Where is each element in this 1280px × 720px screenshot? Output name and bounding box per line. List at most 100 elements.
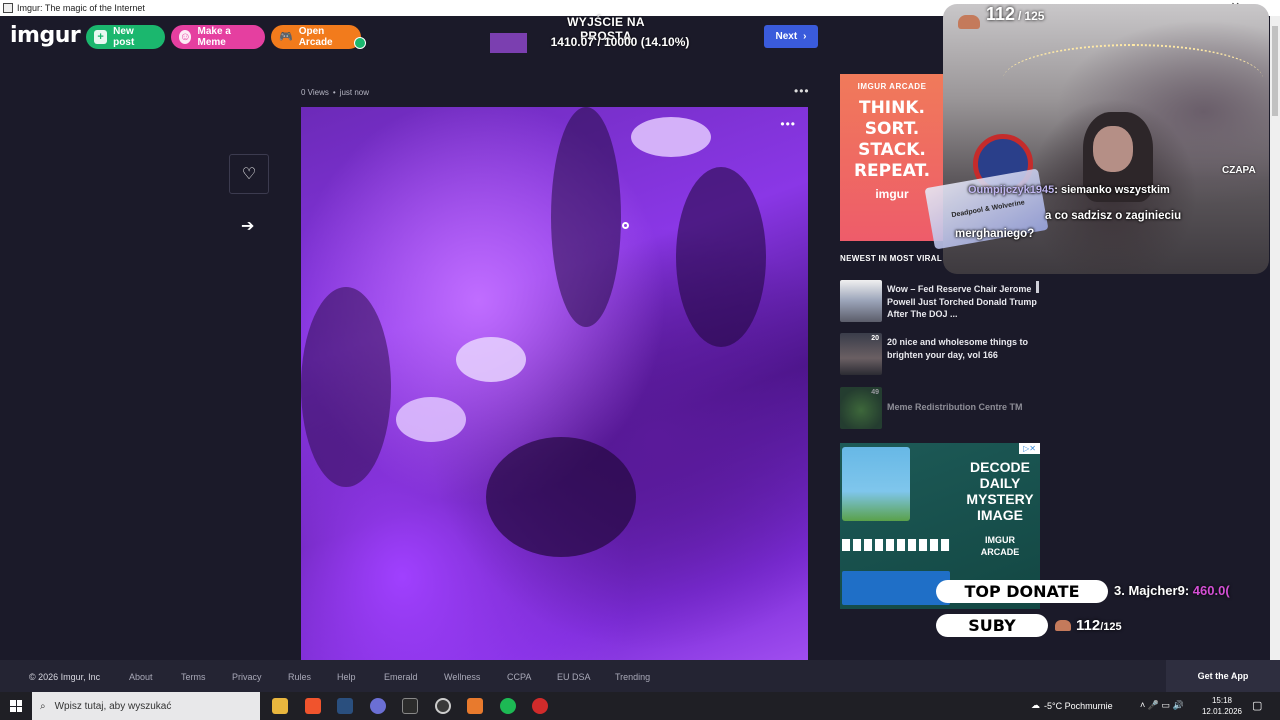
discord-icon[interactable] [370,698,386,714]
sub-hat-icon [958,15,980,29]
clock-time: 15:18 [1211,696,1233,705]
weather-text: -5°C Pochmurnie [1044,700,1113,711]
chevron-right-icon: › [803,31,807,42]
windows-start-icon[interactable] [10,700,22,712]
viral-item[interactable]: Wow – Fed Reserve Chair Jerome Powell Ju… [840,280,1040,322]
taskbar-clock[interactable]: 15:18 12.01.2026 [1200,695,1244,717]
footer-link-privacy[interactable]: Privacy [232,672,262,682]
footer-link-terms[interactable]: Terms [181,672,206,682]
suby-counter: 112/125 [1076,617,1122,634]
footer-link-emerald[interactable]: Emerald [384,672,418,682]
footer-link-wellness[interactable]: Wellness [444,672,480,682]
cam-label: CZAPA [1222,165,1256,176]
weather-widget[interactable]: ☁ -5°C Pochmurnie [1031,700,1113,711]
post-more-icon[interactable]: ••• [794,84,810,98]
ad-bottom-sub: IMGUR ARCADE [980,535,1020,557]
streamer-face [1093,126,1133,172]
post-meta: 0 Views • just now [301,88,370,97]
chat-message: a co sadzisz o zaginieciu merghaniego? [955,207,1205,243]
cloud-icon: ☁ [1031,700,1040,710]
post-time: just now [339,88,370,97]
newest-viral-heading: NEWEST IN MOST VIRAL [840,254,942,263]
new-post-label: New post [113,26,135,48]
obs-icon[interactable] [435,698,451,714]
next-button[interactable]: Next › [764,25,818,48]
share-arrow-icon[interactable]: ➔ [241,216,254,236]
footer-link-ccpa[interactable]: CCPA [507,672,531,682]
page-scrollbar[interactable] [1270,16,1280,692]
spotify-icon[interactable] [500,698,516,714]
viral-thumbnail [840,280,882,322]
word-blanks-graphic [842,539,950,551]
clock-date: 12.01.2026 [1201,707,1243,716]
search-icon: ⌕ [40,700,46,712]
suby-hat-icon [1055,620,1071,631]
ad-bottom-headline: DECODE DAILY MYSTERY IMAGE [966,459,1034,523]
windows-taskbar: ⌕ Wpisz tutaj, aby wyszukać ☁ -5°C Pochm… [0,692,1280,720]
stream-goal-value: 1410.07 / 10000 (14.10%) [550,35,690,49]
steam-icon[interactable] [337,698,353,714]
donor-amount: 460.0( [1192,583,1230,598]
footer-link-about[interactable]: About [129,672,153,682]
opera-icon[interactable] [532,698,548,714]
new-post-button[interactable]: + New post [86,25,165,49]
notification-icon[interactable]: ▢ [1252,699,1262,712]
browser-icon [3,3,13,13]
ad-top-label: IMGUR ARCADE [857,82,927,91]
taskbar-search-input[interactable]: ⌕ Wpisz tutaj, aby wyszukać [32,692,260,720]
footer-link-help[interactable]: Help [337,672,356,682]
window-title: Imgur: The magic of the Internet [17,3,145,13]
image-count: 49 [871,389,879,396]
image-count: 20 [871,335,879,342]
app-orange-icon[interactable] [467,698,483,714]
footer-copyright: © 2026 Imgur, Inc [29,672,101,682]
meme-face-icon: ☺ [179,30,192,44]
make-meme-label: Make a Meme [197,26,231,48]
post-image[interactable]: ••• [301,107,808,660]
subs-counter: 112/125 [986,4,1045,24]
next-label: Next [775,31,798,42]
viral-item[interactable]: 20 20 nice and wholesome things to brigh… [840,333,1040,375]
top-donate-label: TOP DONATE [936,580,1108,603]
ad-top-headline: THINK. SORT. STACK. REPEAT. [853,98,931,181]
views-count: 0 Views [301,88,329,97]
chat-text: a co sadzisz o zaginieciu merghaniego? [955,210,1182,240]
suby-label: SUBY [936,614,1048,637]
goal-progress-bar [490,33,527,53]
chat-text: siemanko wszystkim [1060,184,1170,196]
viral-title: Meme Redistribution Centre TM [887,402,1023,412]
brave-icon[interactable] [305,698,321,714]
mouse-cursor-icon [622,222,629,229]
keyboard-graphic [842,571,950,605]
scrollbar-thumb[interactable] [1272,26,1278,116]
site-footer: © 2026 Imgur, Inc About Terms Privacy Ru… [0,660,1280,692]
image-more-icon[interactable]: ••• [780,117,796,131]
fairy-lights [1003,44,1263,114]
subs-goal: 125 [1024,9,1045,23]
file-explorer-icon[interactable] [272,698,288,714]
system-tray-icons[interactable]: ˄ 🎤 ▭ 🔊 [1140,700,1184,711]
favorite-button[interactable]: ♡ [229,154,269,194]
get-app-button[interactable]: Get the App [1166,660,1280,692]
footer-link-trending[interactable]: Trending [615,672,650,682]
viral-title: 20 nice and wholesome things to brighten… [887,337,1029,360]
knight-illustration [842,447,910,521]
imgur-logo[interactable]: imgur [10,23,81,48]
ad-choices-icon[interactable]: ▷✕ [1019,443,1040,454]
search-placeholder: Wpisz tutaj, aby wyszukać [54,700,172,712]
chat-user: Oumpijczyk1945 [968,184,1055,196]
donor-name: 3. Majcher9: [1114,583,1190,598]
make-meme-button[interactable]: ☺ Make a Meme [171,25,265,49]
heart-icon: ♡ [241,166,257,183]
footer-link-eu-dsa[interactable]: EU DSA [557,672,591,682]
footer-link-rules[interactable]: Rules [288,672,311,682]
viral-title: Wow – Fed Reserve Chair Jerome Powell Ju… [887,284,1037,319]
gamepad-icon: 🎮 [279,30,293,43]
open-arcade-label: Open Arcade [298,26,333,48]
subs-count: 112 [986,4,1016,24]
open-arcade-button[interactable]: 🎮 Open Arcade [271,25,361,49]
epic-games-icon[interactable] [402,698,418,714]
suby-count: 112 [1076,617,1101,634]
viral-item[interactable]: 49 Meme Redistribution Centre TM [840,387,1040,429]
chat-message: Oumpijczyk1945: siemanko wszystkim [968,184,1170,196]
